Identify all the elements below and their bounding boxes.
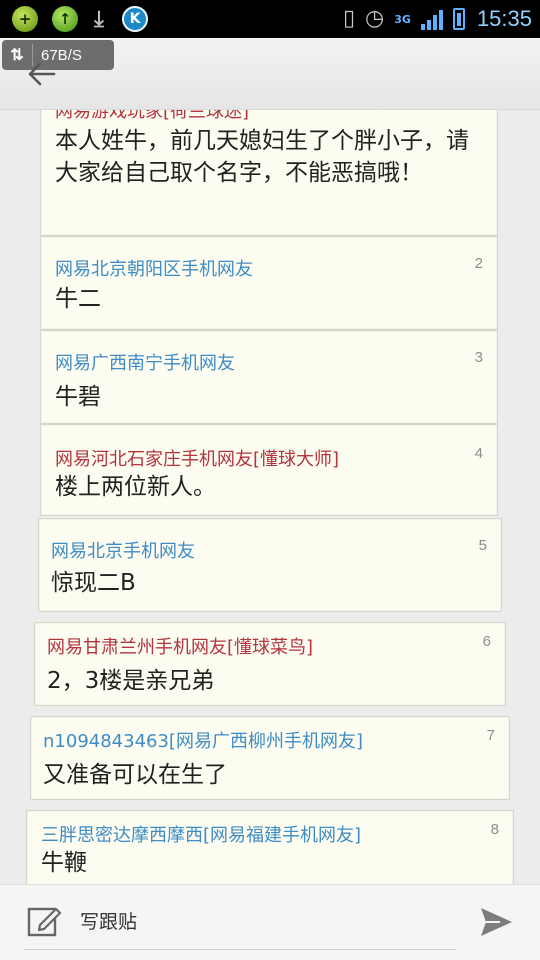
signal-bars-icon: [420, 8, 443, 30]
floor-user[interactable]: 网易游戏玩家[荷兰球迷]: [55, 110, 249, 123]
floor-user[interactable]: 网易广西南宁手机网友: [55, 349, 235, 375]
download-icon: ⤓: [94, 6, 104, 32]
k-app-icon: K: [122, 6, 148, 32]
floor-number: 5: [478, 537, 487, 554]
floor-number: 4: [474, 445, 483, 462]
floor-card-5[interactable]: 网易北京手机网友 5 惊现二B: [38, 518, 502, 612]
reply-bar: 写跟贴: [0, 884, 540, 960]
floor-number: 6: [482, 633, 491, 650]
floor-user[interactable]: 网易河北石家庄手机网友[懂球大师]: [55, 445, 339, 471]
floor-text: 牛鞭: [41, 850, 87, 876]
status-bar: + ↑ ⤓ K ▯ ◷ 3G 15:35: [0, 0, 540, 38]
floor-number: 3: [474, 349, 483, 366]
comment-thread: 三胖思密达摩西摩西[网易福建手机网友] 8 牛鞭 n1094843463[网易广…: [0, 110, 540, 884]
status-time: 15:35: [476, 6, 532, 31]
back-arrow-icon[interactable]: [24, 56, 60, 92]
floor-card-1[interactable]: 网易游戏玩家[荷兰球迷] 1 本人姓牛，前几天媳妇生了个胖小子，请大家给自己取个…: [40, 110, 498, 236]
floor-user[interactable]: 网易甘肃兰州手机网友[懂球菜鸟]: [47, 633, 313, 659]
vibrate-icon: ▯: [342, 6, 356, 31]
floor-number: 1: [475, 110, 483, 114]
upload-arrow-icon: ↑: [52, 6, 78, 32]
floor-text: 2，3楼是亲兄弟: [47, 668, 215, 694]
floor-card-8[interactable]: 三胖思密达摩西摩西[网易福建手机网友] 8 牛鞭: [26, 810, 514, 884]
reply-input[interactable]: 写跟贴: [80, 907, 137, 934]
floor-card-4[interactable]: 网易河北石家庄手机网友[懂球大师] 4 楼上两位新人。: [40, 424, 498, 516]
floor-card-3[interactable]: 网易广西南宁手机网友 3 牛碧: [40, 330, 498, 424]
floor-card-6[interactable]: 网易甘肃兰州手机网友[懂球菜鸟] 6 2，3楼是亲兄弟: [34, 622, 506, 706]
alarm-icon: ◷: [365, 6, 385, 31]
floor-text: 牛碧: [55, 384, 101, 410]
floor-card-2[interactable]: 网易北京朝阳区手机网友 2 牛二: [40, 236, 498, 330]
floor-text: 本人姓牛，前几天媳妇生了个胖小子，请大家给自己取个名字，不能恶搞哦！: [55, 128, 469, 186]
battery-icon: [452, 8, 465, 30]
floor-number: 2: [474, 255, 483, 272]
floor-text: 惊现二B: [51, 570, 136, 596]
floor-user[interactable]: n1094843463[网易广西柳州手机网友]: [43, 727, 363, 753]
floor-number: 8: [490, 821, 499, 838]
floor-user[interactable]: 网易北京朝阳区手机网友: [55, 255, 253, 281]
floor-number: 7: [486, 727, 495, 744]
app-header: ⇅ 67B/S: [0, 38, 540, 110]
reply-input-underline: [24, 949, 456, 950]
floor-user[interactable]: 三胖思密达摩西摩西[网易福建手机网友]: [41, 821, 361, 847]
status-bar-right: ▯ ◷ 3G 15:35: [343, 4, 532, 34]
network-type-label: 3G: [394, 12, 411, 26]
send-icon[interactable]: [478, 905, 514, 939]
floor-user[interactable]: 网易北京手机网友: [51, 537, 195, 563]
plus-circle-icon: +: [12, 6, 38, 32]
floor-text: 楼上两位新人。: [55, 474, 216, 500]
edit-icon: [27, 907, 62, 937]
floor-card-7[interactable]: n1094843463[网易广西柳州手机网友] 7 又准备可以在生了: [30, 716, 510, 800]
floor-text: 又准备可以在生了: [43, 762, 227, 788]
floor-text: 牛二: [55, 286, 101, 312]
